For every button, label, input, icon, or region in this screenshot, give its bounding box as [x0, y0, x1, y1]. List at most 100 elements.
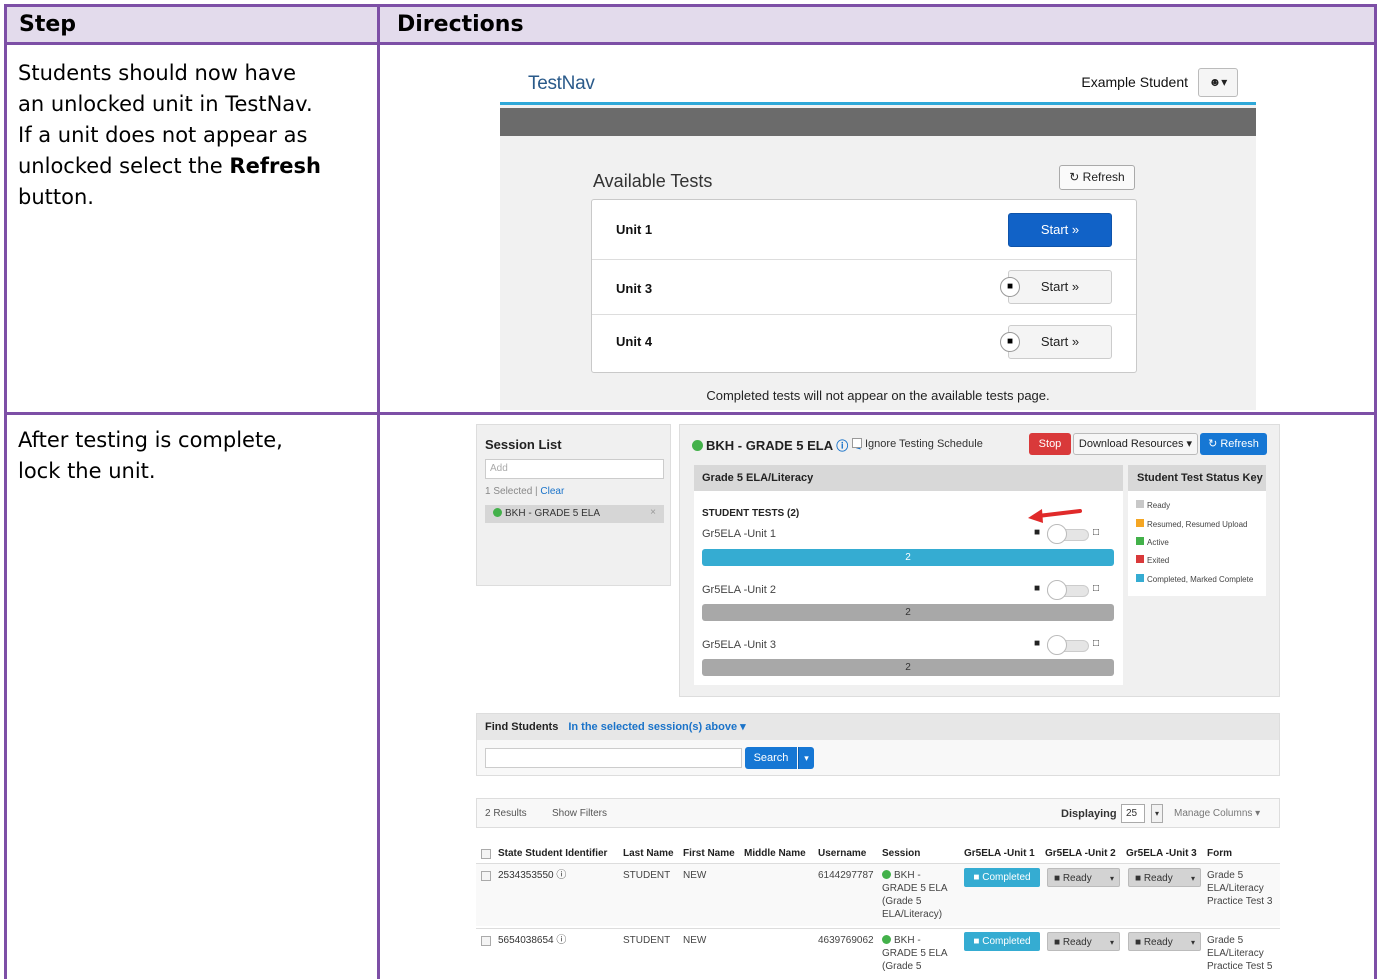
- unit2-ready-button[interactable]: ■ Ready ▾: [1047, 868, 1120, 887]
- column-header[interactable]: First Name: [683, 848, 735, 859]
- step1-line4-text: unlocked select the: [18, 154, 230, 178]
- unit1-completed-button[interactable]: ■ Completed: [964, 932, 1040, 951]
- show-filters-link[interactable]: Show Filters: [552, 808, 607, 819]
- clear-link[interactable]: Clear: [540, 486, 564, 497]
- step1-line4: unlocked select the Refresh: [18, 151, 368, 182]
- student-id[interactable]: 5654038654 ⓘ: [498, 934, 566, 947]
- lock-toggle-unit3[interactable]: ■ □: [1034, 635, 1102, 655]
- table-border-right: [1374, 4, 1377, 979]
- row-checkbox[interactable]: [481, 936, 491, 946]
- unit3-ready-button[interactable]: ■ Ready ▾: [1128, 868, 1201, 887]
- status-key-item: Resumed, Resumed Upload: [1136, 519, 1248, 529]
- unit1-completed-button[interactable]: ■ Completed: [964, 868, 1040, 887]
- user-menu-button[interactable]: ☻▾: [1198, 68, 1238, 97]
- toggle-knob[interactable]: [1047, 524, 1067, 544]
- red-arrow-icon: [1028, 509, 1082, 523]
- selected-session-chip[interactable]: BKH - GRADE 5 ELA ×: [485, 505, 664, 523]
- username: 4639769062: [818, 935, 874, 946]
- find-students-panel: Find Students In the selected session(s) …: [476, 713, 1280, 776]
- toggle-knob[interactable]: [1047, 580, 1067, 600]
- session-line-1: BKH -: [894, 935, 921, 946]
- lock-toggle-unit1[interactable]: ■ □: [1034, 524, 1102, 544]
- status-key-label: Completed, Marked Complete: [1147, 575, 1254, 584]
- column-header[interactable]: Gr5ELA -Unit 1: [964, 848, 1035, 859]
- unit2-ready-button[interactable]: ■ Ready ▾: [1047, 932, 1120, 951]
- selected-count-text: 1 Selected |: [485, 486, 538, 497]
- start-unit1-button[interactable]: Start »: [1008, 213, 1112, 247]
- unit-label: Gr5ELA -Unit 1: [702, 528, 776, 540]
- page-size-select[interactable]: 25: [1121, 804, 1145, 823]
- session-detail-panel: BKH - GRADE 5 ELA ⓘ ✎ Ignore Testing Sch…: [679, 424, 1280, 697]
- unit-label: Gr5ELA -Unit 3: [702, 639, 776, 651]
- toggle-knob[interactable]: [1047, 635, 1067, 655]
- ignore-schedule-checkbox[interactable]: [852, 438, 862, 448]
- unit3-ready-label: ■ Ready: [1135, 937, 1173, 948]
- testnav-screenshot: TestNav Example Student ☻▾ Available Tes…: [500, 55, 1256, 410]
- form-line-3: Practice Test 5: [1207, 961, 1273, 972]
- find-students-input[interactable]: [485, 748, 742, 768]
- remove-session-icon[interactable]: ×: [650, 507, 656, 518]
- select-all-checkbox[interactable]: [481, 849, 491, 859]
- unit-row: Unit 4 Start » ■: [592, 315, 1136, 373]
- unit3-ready-button[interactable]: ■ Ready ▾: [1128, 932, 1201, 951]
- step1-line2: an unlocked unit in TestNav.: [18, 92, 313, 116]
- ignore-schedule-option[interactable]: Ignore Testing Schedule: [852, 438, 983, 450]
- column-header[interactable]: Username: [818, 848, 866, 859]
- start-unit4-button[interactable]: Start »: [1008, 325, 1112, 359]
- lock-icon: ■: [1000, 332, 1020, 352]
- caret-down-icon[interactable]: ▾: [1110, 933, 1114, 952]
- search-button[interactable]: Search: [745, 747, 797, 769]
- session-chip-label: BKH - GRADE 5 ELA: [505, 508, 601, 519]
- row-checkbox[interactable]: [481, 871, 491, 881]
- form-line-2: ELA/Literacy: [1207, 883, 1264, 894]
- form-line-3: Practice Test 3: [1207, 896, 1273, 907]
- caret-down-icon[interactable]: ▾: [1110, 869, 1114, 888]
- step2-line2: lock the unit.: [18, 459, 156, 483]
- status-key-title: Student Test Status Key: [1128, 465, 1266, 491]
- lock-icon: ■: [1034, 527, 1041, 538]
- find-scope-dropdown[interactable]: In the selected session(s) above ▾: [568, 721, 745, 733]
- students-table: State Student Identifier Last Name First…: [476, 842, 1280, 974]
- testnav-user-name: Example Student: [1081, 74, 1188, 90]
- column-header[interactable]: State Student Identifier: [498, 848, 607, 859]
- manage-columns-button[interactable]: Manage Columns ▾: [1174, 808, 1260, 819]
- first-name: NEW: [683, 870, 707, 881]
- search-dropdown-toggle[interactable]: ▾: [798, 747, 814, 769]
- lock-icon: ■: [1034, 638, 1041, 649]
- page-size-dropdown-icon[interactable]: ▾: [1151, 804, 1163, 823]
- column-header[interactable]: Middle Name: [744, 848, 806, 859]
- student-id[interactable]: 2534353550 ⓘ: [498, 869, 566, 882]
- completed-tests-note: Completed tests will not appear on the a…: [706, 388, 1050, 403]
- column-header[interactable]: Gr5ELA -Unit 2: [1045, 848, 1116, 859]
- column-header[interactable]: Gr5ELA -Unit 3: [1126, 848, 1197, 859]
- unit-progress-bar[interactable]: 2: [702, 604, 1114, 621]
- column-header[interactable]: Last Name: [623, 848, 674, 859]
- find-students-header: Find Students In the selected session(s) …: [477, 714, 1279, 740]
- active-status-icon: [493, 508, 502, 517]
- download-resources-button[interactable]: Download Resources ▾: [1073, 433, 1198, 455]
- session-refresh-button[interactable]: ↻ Refresh: [1200, 433, 1267, 455]
- stop-button[interactable]: Stop: [1029, 433, 1071, 455]
- caret-down-icon[interactable]: ▾: [1191, 869, 1195, 888]
- session-line-4: ELA/Literacy): [882, 909, 943, 920]
- session-line: BKH -: [882, 934, 948, 947]
- unit-progress-bar[interactable]: 2: [702, 549, 1114, 566]
- unit-progress-bar[interactable]: 2: [702, 659, 1114, 676]
- last-name: STUDENT: [623, 935, 671, 946]
- form-cell: Grade 5 ELA/Literacy Practice Test 3: [1207, 869, 1272, 908]
- testnav-refresh-button[interactable]: ↻ Refresh: [1059, 165, 1135, 190]
- table-border-left: [4, 4, 7, 979]
- status-key-item: Completed, Marked Complete: [1136, 574, 1253, 584]
- table-row-divider: [4, 412, 1377, 415]
- session-add-input[interactable]: Add: [485, 459, 664, 479]
- start-unit3-button[interactable]: Start »: [1008, 270, 1112, 304]
- caret-down-icon[interactable]: ▾: [1191, 933, 1195, 952]
- form-line-1: Grade 5: [1207, 935, 1244, 946]
- column-header[interactable]: Session: [882, 848, 920, 859]
- available-tests-title: Available Tests: [593, 171, 713, 191]
- unlock-icon: □: [1093, 638, 1100, 649]
- column-header[interactable]: Form: [1207, 848, 1232, 859]
- status-key-item: Ready: [1136, 500, 1170, 510]
- lock-toggle-unit2[interactable]: ■ □: [1034, 580, 1102, 600]
- unlock-icon: □: [1093, 583, 1100, 594]
